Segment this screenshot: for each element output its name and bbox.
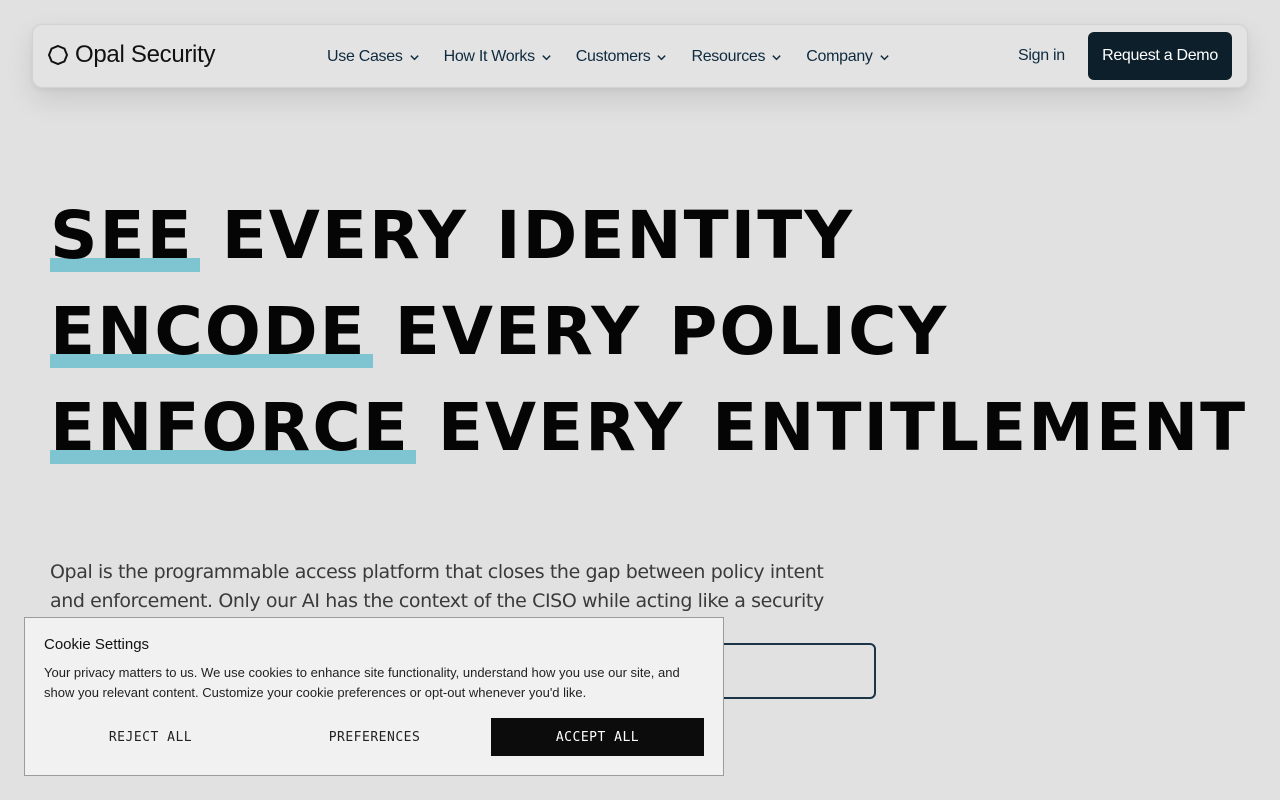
menu-item-label: Resources <box>691 48 766 65</box>
accept-all-button[interactable]: ACCEPT ALL <box>491 718 704 756</box>
page: Opal Security Use Cases How It Works Cus… <box>0 0 1280 800</box>
menu-item-label: How It Works <box>443 48 536 65</box>
hero-word: ENTITLEMENT <box>712 389 1248 466</box>
sign-in-link[interactable]: Sign in <box>1018 47 1065 65</box>
hero-highlight-word: ENFORCE <box>50 389 416 466</box>
request-demo-button[interactable]: Request a Demo <box>1088 32 1232 80</box>
hero-word: POLICY <box>669 293 949 370</box>
chevron-down-icon <box>409 54 419 60</box>
hero-line-3: ENFORCE EVERY ENTITLEMENT <box>50 388 1275 484</box>
reject-all-button[interactable]: REJECT ALL <box>44 718 257 756</box>
hero-headline: SEE EVERY IDENTITY ENCODE EVERY POLICY ENFOR… <box>50 196 1275 484</box>
opal-logo-icon <box>47 44 69 66</box>
menu-item-label: Use Cases <box>327 48 403 65</box>
menu-item-label: Customers <box>575 48 651 65</box>
chevron-down-icon <box>772 54 781 60</box>
menu-item-how-it-works[interactable]: How It Works <box>444 48 552 66</box>
hero-highlight-word: ENCODE <box>50 293 373 370</box>
menu-item-resources[interactable]: Resources <box>691 48 782 66</box>
preferences-button[interactable]: PREFERENCES <box>268 718 481 756</box>
cookie-text: Your privacy matters to us. We use cooki… <box>44 665 680 700</box>
logo-text: Opal Security <box>75 41 216 68</box>
cookie-banner: Cookie Settings Your privacy matters to … <box>24 617 724 776</box>
hero-word: EVERY <box>221 197 468 274</box>
menu-item-use-cases[interactable]: Use Cases <box>327 48 420 66</box>
top-navigation: Opal Security Use Cases How It Works Cus… <box>32 24 1248 88</box>
hero-line-1: SEE EVERY IDENTITY <box>50 196 1275 292</box>
menu-item-customers[interactable]: Customers <box>576 48 668 66</box>
chevron-down-icon <box>657 54 667 60</box>
hero-highlight-word: SEE <box>50 197 200 274</box>
main-menu: Use Cases How It Works Customers Resourc… <box>327 25 914 89</box>
chevron-down-icon <box>542 54 551 60</box>
hero-word: EVERY <box>437 389 685 466</box>
hero-word: IDENTITY <box>495 197 855 274</box>
cookie-title: Cookie Settings <box>44 636 150 653</box>
chevron-down-icon <box>879 54 889 60</box>
menu-item-company[interactable]: Company <box>806 48 889 66</box>
logo[interactable]: Opal Security <box>47 41 215 69</box>
menu-item-label: Company <box>806 48 873 65</box>
hero-word: EVERY <box>394 293 641 370</box>
hero-line-2: ENCODE EVERY POLICY <box>50 292 1275 388</box>
